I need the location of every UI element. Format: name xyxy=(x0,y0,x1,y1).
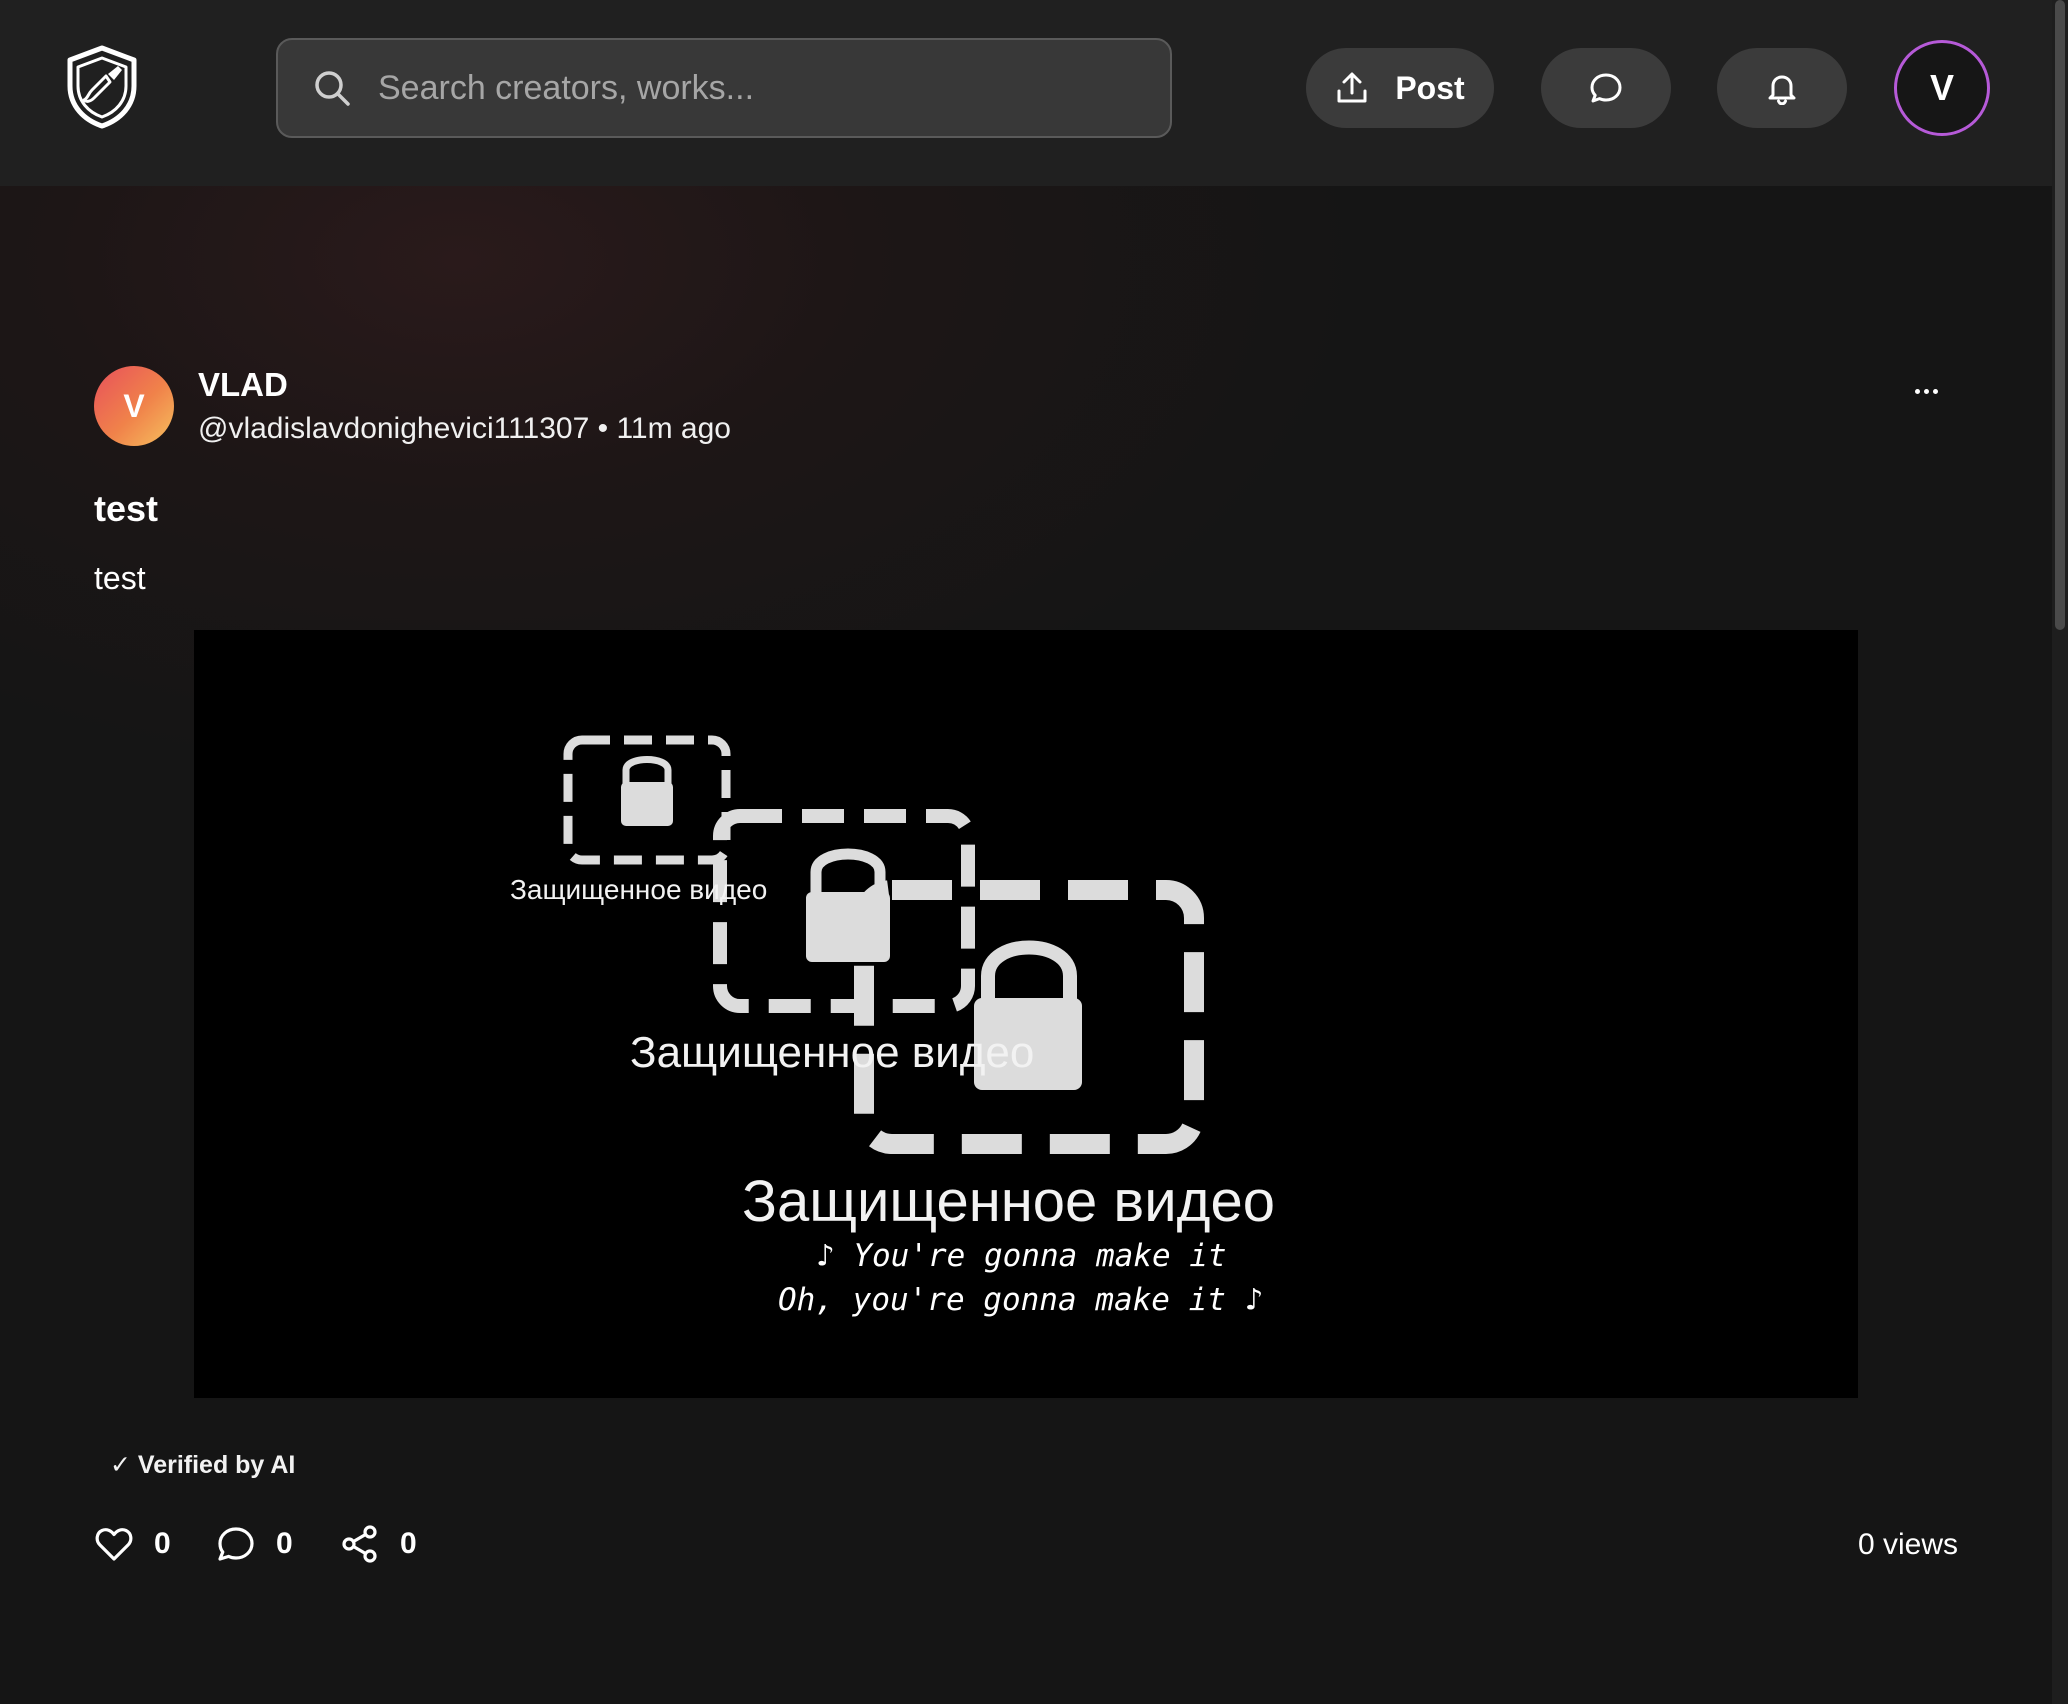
search-bar[interactable] xyxy=(276,38,1172,138)
upload-icon xyxy=(1337,72,1367,103)
protected-label-large: Защищенное видео xyxy=(742,1169,1275,1234)
notifications-button[interactable] xyxy=(1717,48,1847,128)
user-initial: V xyxy=(1929,67,1954,108)
like-button[interactable]: 0 xyxy=(94,1524,171,1564)
user-avatar-button[interactable]: V xyxy=(1894,40,1990,136)
heart-icon xyxy=(95,1528,133,1561)
video-player[interactable]: Защищенное видео Защищенное видео Защище… xyxy=(194,630,1858,1398)
messages-button[interactable] xyxy=(1541,48,1671,128)
comment-button[interactable]: 0 xyxy=(216,1524,293,1564)
author-name[interactable]: VLAD xyxy=(198,366,288,404)
top-bar: Post V xyxy=(0,0,2052,186)
bell-icon xyxy=(1768,75,1796,105)
post-button[interactable]: Post xyxy=(1306,48,1494,128)
share-button[interactable]: 0 xyxy=(340,1524,417,1564)
protected-label-medium: Защищенное видео xyxy=(630,1028,1035,1077)
post-button-label: Post xyxy=(1395,69,1465,106)
lyrics-line-1: ♪ You're gonna make it xyxy=(816,1238,1227,1274)
like-count: 0 xyxy=(154,1527,171,1560)
more-options-icon[interactable] xyxy=(1906,376,1946,406)
protected-label-small: Защищенное видео xyxy=(510,874,768,905)
lock-small-icon xyxy=(621,756,673,826)
author-avatar[interactable]: V xyxy=(94,366,174,446)
comment-count: 0 xyxy=(276,1527,293,1560)
share-icon xyxy=(342,1525,377,1563)
lock-medium-icon xyxy=(806,848,890,962)
comment-icon xyxy=(218,1527,254,1561)
lyrics-line-2: Oh, you're gonna make it ♪ xyxy=(778,1282,1264,1318)
author-handle[interactable]: @vladislavdonighevici111307 xyxy=(198,412,589,445)
author-initial: V xyxy=(123,387,145,424)
view-count: 0 views xyxy=(1857,1528,1958,1561)
scrollbar-thumb[interactable] xyxy=(2055,0,2065,630)
shield-brush-icon[interactable] xyxy=(64,44,140,130)
meta-separator: • xyxy=(597,412,609,445)
post-time: 11m ago xyxy=(616,412,731,445)
verified-badge: ✓ Verified by AI xyxy=(110,1451,296,1479)
page: Post V V VLAD @vladislavdonighevici11130… xyxy=(0,0,2068,1704)
post-body: test xyxy=(94,560,146,596)
search-input[interactable] xyxy=(378,68,1138,108)
post-title: test xyxy=(94,488,159,529)
author-meta: @vladislavdonighevici111307 • 11m ago xyxy=(198,412,731,446)
search-icon xyxy=(315,71,350,106)
share-count: 0 xyxy=(400,1527,417,1560)
chat-bubble-icon xyxy=(1590,73,1622,103)
